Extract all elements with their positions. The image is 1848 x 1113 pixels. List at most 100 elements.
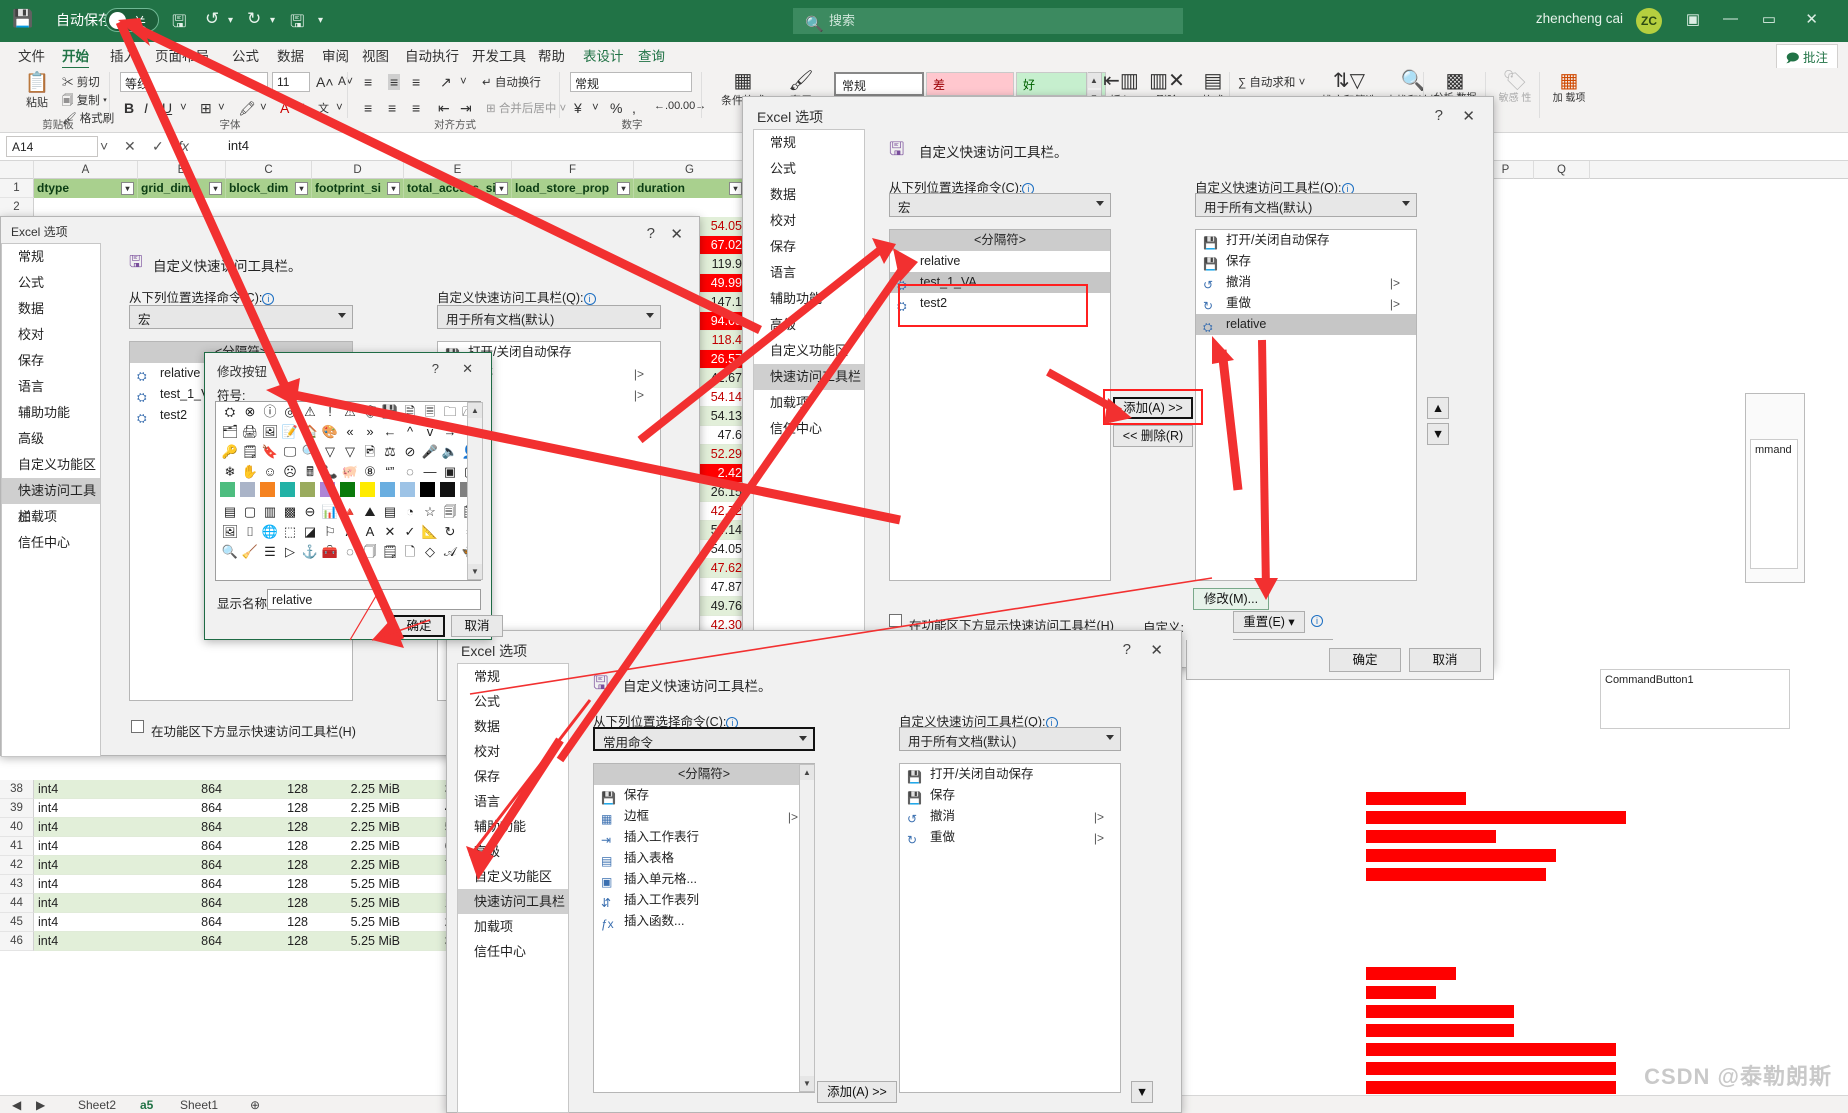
percent-icon[interactable]: % [610,100,622,116]
symbol-cell[interactable]: 📊 [320,502,340,522]
table-header-block-dim[interactable]: block_dim ▾ [226,179,312,198]
select-all-corner[interactable] [0,161,34,179]
row-header[interactable]: 44 [0,894,34,913]
symbol-cell[interactable]: v [420,422,440,442]
nav-item[interactable]: 保存 [2,348,100,374]
underline-dropdown-icon[interactable]: ˅ [180,102,187,114]
cut-button[interactable]: ✂ 剪切 [62,74,100,90]
nav-item[interactable]: 校对 [458,739,568,764]
sheet-nav-first-icon[interactable]: ◀ [12,1098,21,1112]
nav-item[interactable]: 辅助功能 [2,400,100,426]
column-header-a[interactable]: A [34,161,138,179]
table-cell[interactable]: 864 [138,894,226,913]
font-color-dropdown-icon[interactable]: ˅ [298,102,305,114]
color-swatch[interactable] [400,482,415,497]
list-item[interactable]: ▤ 插入表格 [594,848,814,869]
table-cell[interactable]: int4 [34,837,138,856]
show-below-ribbon-checkbox-back[interactable] [131,720,144,733]
nav-item[interactable]: 辅助功能 [754,286,864,312]
scroll-up-icon[interactable]: ▲ [468,403,482,418]
color-swatch[interactable] [320,482,335,497]
right-list-main[interactable]: 💾 打开/关闭自动保存 💾 保存 ↺ 撤消 |> ↻ 重做 |> ⛭ relative [1195,229,1417,581]
orientation-icon[interactable]: ↗ [440,74,452,91]
symbol-scrollbar[interactable]: ▲ ▼ [467,402,483,580]
symbol-cell[interactable]: 🧹 [240,542,260,562]
symbol-cell[interactable]: 🗏 [420,402,440,422]
row-header[interactable]: 42 [0,856,34,875]
table-header-dtype[interactable]: dtype ▾ [34,179,138,198]
align-bottom-icon[interactable]: ≡ [412,74,420,90]
symbol-cell[interactable]: 🖵 [280,442,300,462]
align-middle-icon[interactable]: ≡ [388,74,401,90]
row-header-1[interactable]: 1 [0,179,34,198]
table-cell[interactable]: 128 [226,856,312,875]
table-header-total-access[interactable]: total_access_siz ▾ [404,179,512,198]
symbol-cell[interactable]: ▽ [320,442,340,462]
underline-button[interactable]: U [162,100,172,116]
table-cell[interactable]: 128 [226,799,312,818]
symbol-cell[interactable]: ▣ [440,462,460,482]
name-box-dropdown-icon[interactable]: ˅ [100,138,108,154]
filter-icon[interactable]: ▾ [729,182,742,195]
tab-page-layout[interactable]: 页面布局 [155,45,209,65]
symbol-cell[interactable]: ✕ [380,522,400,542]
symbol-cell[interactable]: 🧰 [320,542,340,562]
symbol-cell[interactable]: 💾 [380,402,400,422]
symbol-cell[interactable]: ⚐ [320,522,340,542]
symbol-cell[interactable]: 🔺 [340,502,360,522]
symbol-cell[interactable]: 🗋 [400,542,420,562]
list-item[interactable]: <分隔符> [890,230,1110,251]
table-cell[interactable]: 128 [226,818,312,837]
currency-dropdown-icon[interactable]: ˅ [592,102,599,114]
color-swatch[interactable] [300,482,315,497]
close-icon[interactable]: ✕ [1462,107,1475,125]
table-cell[interactable]: 2.25 MiB [312,799,404,818]
table-header-grid-dim[interactable]: grid_dim ▾ [138,179,226,198]
nav-item[interactable]: 快速访问工具栏 [754,364,864,390]
help-icon[interactable]: ? [432,361,439,376]
table-cell[interactable]: 5.25 MiB [312,894,404,913]
symbol-cell[interactable]: ◪ [300,522,320,542]
fill-color-dropdown-icon[interactable]: ˅ [260,102,267,114]
symbol-cell[interactable]: 🗒 [380,542,400,562]
ok-button-modify[interactable]: 确定 [393,615,445,637]
help-icon[interactable]: ? [647,225,655,242]
symbol-cell[interactable]: ☹ [280,462,300,482]
table-header-load-store[interactable]: load_store_prop ▾ [512,179,634,198]
nav-item[interactable]: 保存 [458,764,568,789]
addins-button[interactable]: ▦ 加 载项 [1546,70,1592,104]
symbol-cell[interactable]: « [340,422,360,442]
tab-data[interactable]: 数据 [277,45,304,65]
info-icon[interactable]: i [1311,615,1323,627]
left-combo-back[interactable]: 宏 [129,305,353,329]
symbol-cell[interactable]: ⚠ [300,402,320,422]
symbol-cell[interactable]: ← [380,422,400,442]
nav-item[interactable]: 自定义功能区 [2,452,100,478]
list-item[interactable]: ⛭ relative [890,251,1110,272]
table-cell[interactable]: 5.25 MiB [312,875,404,894]
search-box[interactable]: 🔍 搜索 [793,8,1183,34]
symbol-cell[interactable]: ▥ [260,502,280,522]
table-cell[interactable]: int4 [34,856,138,875]
tab-developer[interactable]: 开发工具 [472,45,526,65]
column-header-b[interactable]: B [138,161,226,179]
symbol-cell[interactable]: ! [320,402,340,422]
orientation-dropdown-icon[interactable]: ˅ [460,76,467,88]
formula-content[interactable]: int4 [228,138,249,153]
nav-item[interactable]: 常规 [754,130,864,156]
list-item[interactable]: 💾 保存 [594,785,814,806]
number-format-select[interactable]: 常规 [570,72,692,92]
nav-item[interactable]: 数据 [754,182,864,208]
symbol-cell[interactable]: ⊖ [300,502,320,522]
style-bad[interactable]: 差 [926,72,1014,96]
column-header-g[interactable]: G [634,161,746,179]
table-cell[interactable]: 5.25 MiB [312,913,404,932]
borders-button[interactable]: ⊞ [200,100,212,117]
nav-item[interactable]: 加载项 [2,504,100,530]
symbol-cell[interactable]: ◔ [400,502,420,522]
left-combo-main[interactable]: 宏 [889,193,1111,217]
symbol-cell[interactable]: ⓘ [260,402,280,422]
row-header[interactable]: 43 [0,875,34,894]
symbol-cell[interactable]: ↻ [440,522,460,542]
table-cell[interactable]: 864 [138,818,226,837]
